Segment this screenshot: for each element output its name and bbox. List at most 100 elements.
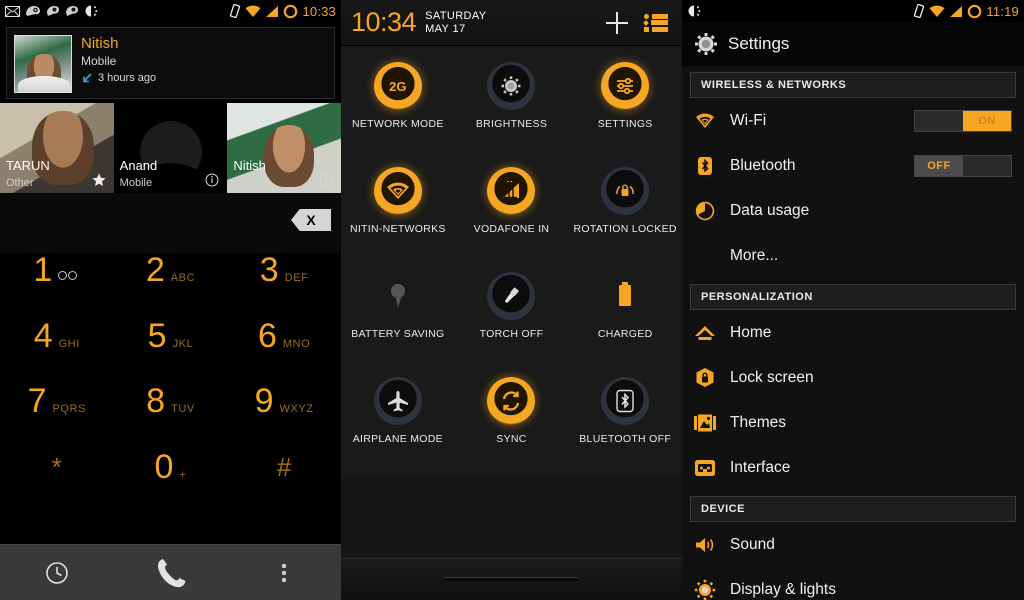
dialpad-key-3[interactable]: 3 DEF xyxy=(227,253,341,319)
key-digit: 2 xyxy=(145,251,165,289)
tile-label: SYNC xyxy=(496,433,527,445)
key-letters: JKL xyxy=(172,337,194,350)
notification-title: Nitish xyxy=(81,35,119,52)
contact-name: Nitish xyxy=(233,158,266,173)
missed-call-notification[interactable]: Nitish Mobile 3 hours ago xyxy=(6,27,335,99)
location-pin-icon xyxy=(374,272,422,320)
settings-row-bluetooth[interactable]: Bluetooth OFF xyxy=(682,143,1024,188)
sound-icon xyxy=(694,536,716,554)
dialpad-key-1[interactable]: 1 xyxy=(0,253,114,319)
bluetooth-icon xyxy=(601,377,650,425)
brightness-icon xyxy=(84,4,98,18)
tile-label: BLUETOOTH OFF xyxy=(579,433,672,445)
contact-tile[interactable]: Anand Mobile xyxy=(113,103,228,193)
key-digit: 3 xyxy=(259,251,279,289)
settings-row-label: Data usage xyxy=(730,201,810,219)
themes-icon xyxy=(694,414,716,432)
tile-mobile-network[interactable]: VODAFONE IN xyxy=(455,159,569,264)
battery-icon xyxy=(967,4,982,19)
display-icon xyxy=(694,579,716,600)
dialpad-key-0[interactable]: 0 + xyxy=(114,450,228,516)
settings-row-home[interactable]: Home xyxy=(682,310,1024,355)
settings-row-lock-screen[interactable]: Lock screen xyxy=(682,355,1024,400)
tile-label: SETTINGS xyxy=(597,118,653,130)
notification-avatar xyxy=(14,35,72,93)
quick-settings-clock[interactable]: 10:34 xyxy=(351,9,417,36)
brightness-gear-icon xyxy=(487,62,536,110)
notification-list-icon[interactable] xyxy=(643,13,668,32)
settings-row-more[interactable]: More... xyxy=(682,233,1024,278)
tile-battery-saving[interactable]: BATTERY SAVING xyxy=(341,264,455,369)
notification-timestamp: 3 hours ago xyxy=(98,72,157,84)
settings-row-display-lights[interactable]: Display & lights xyxy=(682,567,1024,600)
settings-row-interface[interactable]: Interface xyxy=(682,445,1024,490)
notification-area: Nitish Mobile 3 hours ago xyxy=(0,22,341,99)
key-digit: 0 xyxy=(154,447,174,486)
key-letters: GHI xyxy=(58,337,80,350)
vibrate-icon xyxy=(229,4,241,18)
key-digit: 7 xyxy=(27,382,47,420)
contact-tile[interactable]: TARUN Other xyxy=(0,103,114,193)
tile-brightness[interactable]: BRIGHTNESS xyxy=(455,54,569,159)
dialpad-key-7[interactable]: 7 PQRS xyxy=(0,384,114,450)
tile-settings[interactable]: SETTINGS xyxy=(568,54,682,159)
settings-row-label: Wi-Fi xyxy=(730,111,767,129)
tile-sync[interactable]: SYNC xyxy=(455,369,569,474)
dialpad-key-6[interactable]: 6 MNO xyxy=(227,319,341,385)
settings-row-label: Interface xyxy=(730,458,791,476)
settings-row-label: More... xyxy=(730,246,779,264)
tile-wifi[interactable]: NITIN-NETWORKS xyxy=(341,159,455,264)
info-icon[interactable] xyxy=(319,173,333,187)
tile-torch[interactable]: TORCH OFF xyxy=(455,264,569,369)
message-bubble-icon xyxy=(65,5,79,17)
notification-drawer-handle[interactable] xyxy=(444,577,579,582)
dialpad-key-9[interactable]: 9 WXYZ xyxy=(227,384,341,450)
contact-tile[interactable]: Nitish Mobile xyxy=(227,103,341,193)
dial-input-area[interactable]: X xyxy=(0,193,341,253)
bluetooth-toggle[interactable]: OFF xyxy=(914,154,1012,177)
interface-icon xyxy=(694,459,716,477)
tile-bluetooth[interactable]: BLUETOOTH OFF xyxy=(568,369,682,474)
gear-icon[interactable] xyxy=(694,32,718,56)
tile-label: CHARGED xyxy=(597,328,653,340)
mobile-signal-icon xyxy=(487,167,536,215)
incoming-call-arrow-icon xyxy=(81,72,93,84)
dialpad-key-5[interactable]: 5 JKL xyxy=(114,319,228,385)
settings-row-sound[interactable]: Sound xyxy=(682,522,1024,567)
settings-row-label: Bluetooth xyxy=(730,156,796,174)
dialpad-key-hash[interactable]: # xyxy=(227,450,341,516)
panel-quick-settings: 10:34 SATURDAY MAY 17 2G NETWORK MODE BR… xyxy=(341,0,682,600)
wifi-icon xyxy=(373,167,422,215)
tile-label: AIRPLANE MODE xyxy=(352,433,443,445)
notification-subtitle: Mobile xyxy=(81,54,117,68)
info-icon[interactable] xyxy=(205,173,219,187)
backspace-button[interactable]: X xyxy=(291,209,331,231)
section-title: WIRELESS & NETWORKS xyxy=(701,79,847,91)
tile-airplane-mode[interactable]: AIRPLANE MODE xyxy=(341,369,455,474)
recents-button[interactable] xyxy=(0,561,114,585)
dialpad-key-star[interactable]: * xyxy=(0,450,114,516)
dialpad-key-4[interactable]: 4 GHI xyxy=(0,319,114,385)
plus-icon[interactable] xyxy=(606,11,628,34)
overflow-menu-button[interactable] xyxy=(227,563,341,582)
drawer-pull-bar[interactable] xyxy=(341,558,682,600)
call-button[interactable] xyxy=(114,554,228,592)
settings-row-wifi[interactable]: Wi-Fi ON xyxy=(682,98,1024,143)
contact-subtitle: Mobile xyxy=(119,177,153,189)
star-icon[interactable] xyxy=(92,173,106,187)
tile-network-mode[interactable]: 2G NETWORK MODE xyxy=(341,54,455,159)
three-panel-screenshot: 10:33 Nitish Mobile 3 hours ago TARUN Ot… xyxy=(0,0,1024,600)
tile-battery-status[interactable]: CHARGED xyxy=(568,264,682,369)
key-digit: * xyxy=(51,451,62,482)
tile-rotation-lock[interactable]: ROTATION LOCKED xyxy=(568,159,682,264)
settings-row-data-usage[interactable]: Data usage xyxy=(682,188,1024,233)
sync-icon xyxy=(487,377,536,425)
clock-icon xyxy=(45,561,69,585)
settings-row-themes[interactable]: Themes xyxy=(682,400,1024,445)
wifi-toggle[interactable]: ON xyxy=(914,109,1012,132)
settings-row-label: Sound xyxy=(730,535,775,553)
dialpad-key-2[interactable]: 2 ABC xyxy=(114,253,228,319)
dialpad-key-8[interactable]: 8 TUV xyxy=(114,384,228,450)
dialer-bottom-bar xyxy=(0,544,341,600)
key-letters: DEF xyxy=(284,272,309,284)
